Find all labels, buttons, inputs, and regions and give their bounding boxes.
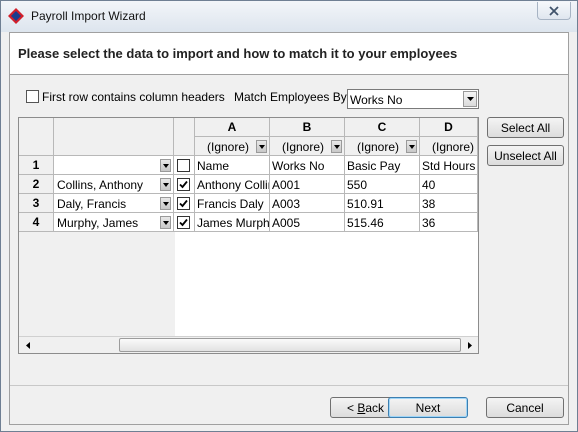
employee-select[interactable]: Collins, Anthony	[54, 175, 174, 194]
row-number: 3	[19, 194, 54, 213]
row-include-checkbox[interactable]	[177, 197, 190, 210]
row-number: 1	[19, 156, 54, 175]
arrow-right-icon	[467, 341, 472, 349]
app-icon	[8, 8, 24, 24]
column-d-mapping[interactable]: (Ignore)	[420, 137, 478, 156]
import-grid: A B C D (Ignore) (Ignore) (Ignore) (Igno…	[18, 117, 479, 354]
table-cell: 510.91	[345, 194, 420, 213]
select-all-button[interactable]: Select All	[487, 117, 564, 138]
match-employees-label: Match Employees By	[234, 90, 347, 104]
table-cell: A003	[270, 194, 345, 213]
table-cell: Std Hours	[420, 156, 478, 175]
table-cell: 36	[420, 213, 478, 232]
table-cell: 515.46	[345, 213, 420, 232]
scroll-right-button[interactable]	[461, 337, 478, 353]
cancel-button[interactable]: Cancel	[486, 397, 564, 418]
checkmark-icon	[179, 199, 188, 208]
arrow-left-icon	[25, 341, 30, 349]
column-letter-c: C	[345, 118, 420, 137]
row-include-checkbox[interactable]	[177, 216, 190, 229]
table-cell: Basic Pay	[345, 156, 420, 175]
row-number: 4	[19, 213, 54, 232]
column-letter-d: D	[420, 118, 478, 137]
column-a-mapping[interactable]: (Ignore)	[195, 137, 270, 156]
unselect-all-button[interactable]: Unselect All	[487, 145, 564, 166]
horizontal-scrollbar[interactable]	[19, 336, 478, 353]
table-cell: A001	[270, 175, 345, 194]
employee-column-header	[54, 118, 174, 156]
checkmark-icon	[179, 218, 188, 227]
table-cell: James Murphy	[195, 213, 270, 232]
wizard-window: Payroll Import Wizard Please select the …	[0, 0, 578, 432]
row-include-checkbox[interactable]	[177, 178, 190, 191]
chevron-down-icon[interactable]	[160, 197, 171, 210]
header-panel: Please select the data to import and how…	[10, 33, 568, 75]
table-cell: Works No	[270, 156, 345, 175]
column-letter-a: A	[195, 118, 270, 137]
page-heading: Please select the data to import and how…	[18, 46, 458, 61]
checkmark-icon	[179, 180, 188, 189]
table-cell: A005	[270, 213, 345, 232]
first-row-headers-checkbox[interactable]	[26, 90, 39, 103]
divider	[10, 385, 568, 386]
close-icon	[549, 5, 559, 16]
chevron-down-icon[interactable]	[256, 140, 267, 153]
first-row-headers-label: First row contains column headers	[42, 90, 225, 104]
scrollbar-thumb[interactable]	[119, 338, 461, 352]
grid-corner	[19, 118, 54, 156]
row-number: 2	[19, 175, 54, 194]
scroll-left-button[interactable]	[19, 337, 36, 353]
chevron-down-icon[interactable]	[160, 178, 171, 191]
match-employees-select[interactable]: Works No	[347, 89, 479, 109]
chevron-down-icon[interactable]	[160, 159, 171, 172]
chevron-down-icon[interactable]	[331, 140, 342, 153]
checkbox-column-header	[174, 118, 195, 156]
chevron-down-icon[interactable]	[406, 140, 417, 153]
row-include-checkbox[interactable]	[177, 159, 190, 172]
title-bar: Payroll Import Wizard	[1, 1, 577, 32]
match-employees-value: Works No	[350, 93, 403, 107]
close-button[interactable]	[537, 2, 571, 20]
chevron-down-icon[interactable]	[160, 216, 171, 229]
employee-select[interactable]: Murphy, James	[54, 213, 174, 232]
window-title: Payroll Import Wizard	[31, 9, 146, 23]
column-letter-b: B	[270, 118, 345, 137]
table-cell: Francis Daly	[195, 194, 270, 213]
employee-select[interactable]: Daly, Francis	[54, 194, 174, 213]
next-button[interactable]: Next	[388, 397, 468, 418]
table-cell: 550	[345, 175, 420, 194]
table-cell: Anthony Collins	[195, 175, 270, 194]
column-c-mapping[interactable]: (Ignore)	[345, 137, 420, 156]
chevron-down-icon[interactable]	[463, 91, 477, 107]
table-cell: 38	[420, 194, 478, 213]
employee-select[interactable]	[54, 156, 174, 175]
table-cell: Name	[195, 156, 270, 175]
column-b-mapping[interactable]: (Ignore)	[270, 137, 345, 156]
table-cell: 40	[420, 175, 478, 194]
wizard-body: Please select the data to import and how…	[9, 32, 569, 425]
